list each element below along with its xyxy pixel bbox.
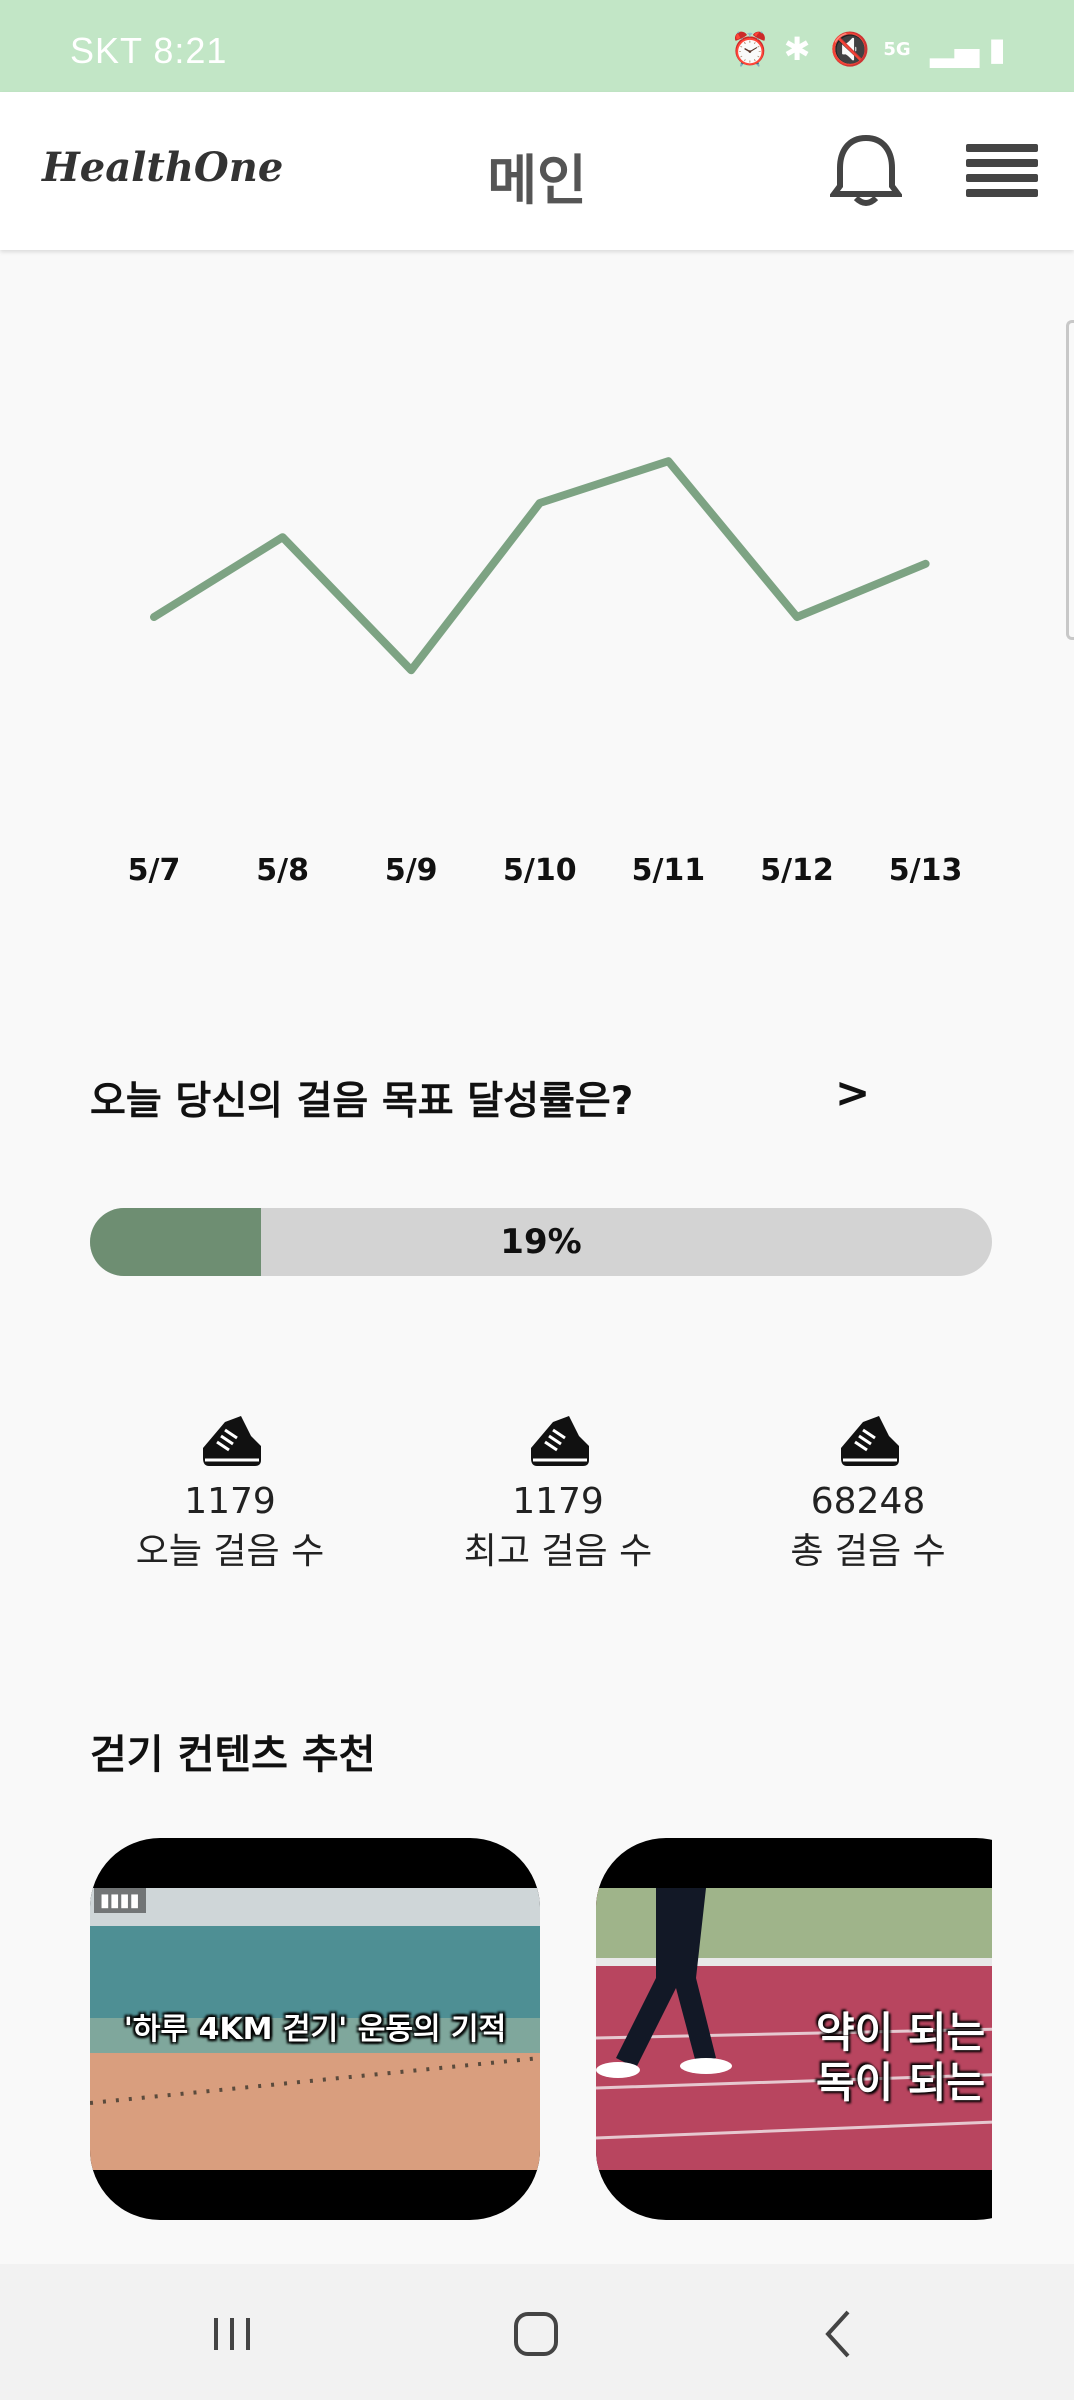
bluetooth-icon: ✱ [783,30,811,68]
goal-detail-arrow[interactable]: > [835,1068,870,1117]
sneaker-icon [203,1416,261,1466]
video-thumbnail[interactable]: ▮▮▮▮ '하루 4KM 걷기' 운동의 기적 [90,1838,540,2220]
video-caption-line: 독이 되는 [816,2058,986,2107]
video-caption: 약이 되는 독이 되는 [816,2008,985,2108]
chart-x-tick-label: 5/10 [503,853,577,888]
app-header: HealthOne 메인 [0,92,1074,250]
stat-label: 최고 걸음 수 [463,1531,653,1572]
bell-icon[interactable] [828,132,904,208]
system-nav-bar [0,2264,1074,2400]
goal-question: 오늘 당신의 걸음 목표 달성률은? [90,1079,634,1124]
goal-progress-bar: 19% [90,1208,992,1276]
stat-best-steps: 1179 최고 걸음 수 [428,1408,688,1580]
recent-apps-icon[interactable] [192,2304,272,2364]
stat-today-steps: 1179 오늘 걸음 수 [100,1408,360,1580]
back-icon[interactable] [800,2304,880,2364]
chart-x-tick-label: 5/13 [889,853,963,888]
battery-icon: ▮ [988,30,1006,68]
goal-percent-text: 19% [500,1222,582,1262]
stat-label: 오늘 걸음 수 [135,1531,325,1572]
stat-total-steps: 68248 총 걸음 수 [738,1408,998,1580]
5g-icon: 5G [883,38,911,60]
stat-value: 1179 [184,1481,276,1522]
status-bar: SKT 8:21 ⏰ ✱ 🔇 5G ▂▄ ▮ [0,0,1074,92]
video-caption: '하루 4KM 걷기' 운동의 기적 [123,2012,507,2047]
chart-x-tick-label: 5/8 [256,853,309,888]
video-carousel[interactable]: ▮▮▮▮ '하루 4KM 걷기' 운동의 기적 약이 되는 독이 되는 [90,1838,992,2220]
mute-icon: 🔇 [830,30,870,68]
hamburger-menu-icon[interactable] [966,144,1038,198]
status-carrier-time: SKT 8:21 [70,30,228,71]
video-caption-line: 약이 되는 [816,2008,986,2057]
step-chart: 5/7 5/8 5/9 5/10 5/11 5/12 5/13 [128,457,963,888]
chart-x-tick-label: 5/11 [632,853,706,888]
stat-value: 1179 [512,1481,604,1522]
chart-x-ticks: 5/7 5/8 5/9 5/10 5/11 5/12 5/13 [128,853,963,888]
recommend-title: 걷기 컨텐츠 추천 [90,1732,376,1778]
signal-icon: ▂▄ [930,30,980,68]
video-channel-badge: ▮▮▮▮ [94,1888,146,1913]
video-thumbnail[interactable]: 약이 되는 독이 되는 [596,1838,992,2220]
status-icons: ⏰ ✱ 🔇 5G ▂▄ ▮ [730,30,1014,68]
goal-row: 오늘 당신의 걸음 목표 달성률은? > [90,1068,910,1130]
home-icon[interactable] [496,2304,576,2364]
sneaker-icon [841,1416,899,1466]
alarm-icon: ⏰ [730,30,770,68]
sneaker-icon [531,1416,589,1466]
app-logo[interactable]: HealthOne [42,144,283,191]
chart-series-line [150,457,930,675]
chart-x-tick-label: 5/9 [385,853,438,888]
stat-value: 68248 [810,1481,926,1522]
chart-x-tick-label: 5/7 [128,853,181,888]
stat-label: 총 걸음 수 [790,1531,946,1572]
chart-x-tick-label: 5/12 [760,853,834,888]
